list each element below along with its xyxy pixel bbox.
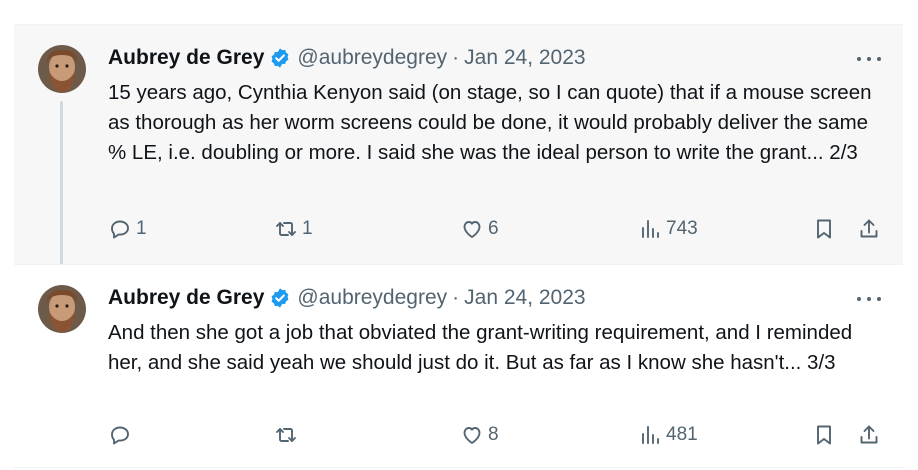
share-button[interactable] — [857, 214, 881, 244]
bookmark-button[interactable] — [812, 214, 836, 244]
heart-icon — [463, 427, 481, 444]
heart-icon — [463, 221, 481, 238]
repost-button[interactable]: 1 — [274, 214, 313, 244]
avatar[interactable] — [38, 45, 86, 93]
share-upload-icon — [860, 219, 878, 238]
action-bar: 1 1 6 743 — [108, 214, 888, 244]
repost-button[interactable] — [274, 420, 302, 450]
reply-count: 1 — [136, 218, 147, 239]
tweet-3-of-3[interactable]: Aubrey de Grey @aubreydegrey · Jan 24, 2… — [14, 264, 903, 468]
bookmark-button[interactable] — [812, 420, 836, 450]
like-button[interactable]: 6 — [460, 214, 499, 244]
like-button[interactable]: 8 — [460, 420, 499, 450]
tweet-text: 15 years ago, Cynthia Kenyon said (on st… — [108, 81, 872, 164]
like-count: 8 — [488, 424, 499, 445]
avatar[interactable] — [38, 285, 86, 333]
reply-icon — [111, 426, 129, 445]
verified-badge-icon — [269, 287, 291, 309]
views-bar-chart-icon — [642, 220, 659, 238]
repost-icon — [276, 222, 296, 236]
views-bar-chart-icon — [642, 426, 659, 444]
views-count: 743 — [666, 218, 698, 239]
verified-badge-icon — [269, 47, 291, 69]
views-button[interactable]: 481 — [638, 420, 698, 450]
tweet-header: Aubrey de Grey @aubreydegrey · Jan 24, 2… — [108, 45, 586, 71]
views-count: 481 — [666, 424, 698, 445]
share-button[interactable] — [857, 420, 881, 450]
separator-dot: · — [452, 286, 460, 309]
reply-button[interactable] — [108, 420, 136, 450]
bookmark-icon — [817, 219, 831, 239]
bookmark-icon — [817, 425, 831, 445]
reply-icon — [111, 220, 129, 239]
author-handle[interactable]: @aubreydegrey — [297, 46, 447, 70]
thread-connector-line — [60, 101, 63, 273]
like-count: 6 — [488, 218, 499, 239]
author-name[interactable]: Aubrey de Grey — [108, 46, 264, 70]
tweet-header: Aubrey de Grey @aubreydegrey · Jan 24, 2… — [108, 285, 586, 311]
tweet-date[interactable]: Jan 24, 2023 — [464, 46, 585, 70]
repost-icon — [276, 428, 296, 442]
tweet-2-of-3[interactable]: Aubrey de Grey @aubreydegrey · Jan 24, 2… — [14, 24, 903, 273]
tweet-text: And then she got a job that obviated the… — [108, 321, 853, 374]
reply-button[interactable]: 1 — [108, 214, 147, 244]
thread-container: Aubrey de Grey @aubreydegrey · Jan 24, 2… — [14, 24, 903, 468]
views-button[interactable]: 743 — [638, 214, 698, 244]
separator-dot: · — [452, 46, 460, 69]
share-upload-icon — [860, 425, 878, 444]
repost-count: 1 — [302, 218, 313, 239]
more-dots-icon[interactable] — [857, 49, 881, 69]
action-bar: 8 481 — [108, 420, 888, 450]
author-handle[interactable]: @aubreydegrey — [297, 286, 447, 310]
author-name[interactable]: Aubrey de Grey — [108, 286, 264, 310]
tweet-date[interactable]: Jan 24, 2023 — [464, 286, 585, 310]
more-dots-icon[interactable] — [857, 289, 881, 309]
